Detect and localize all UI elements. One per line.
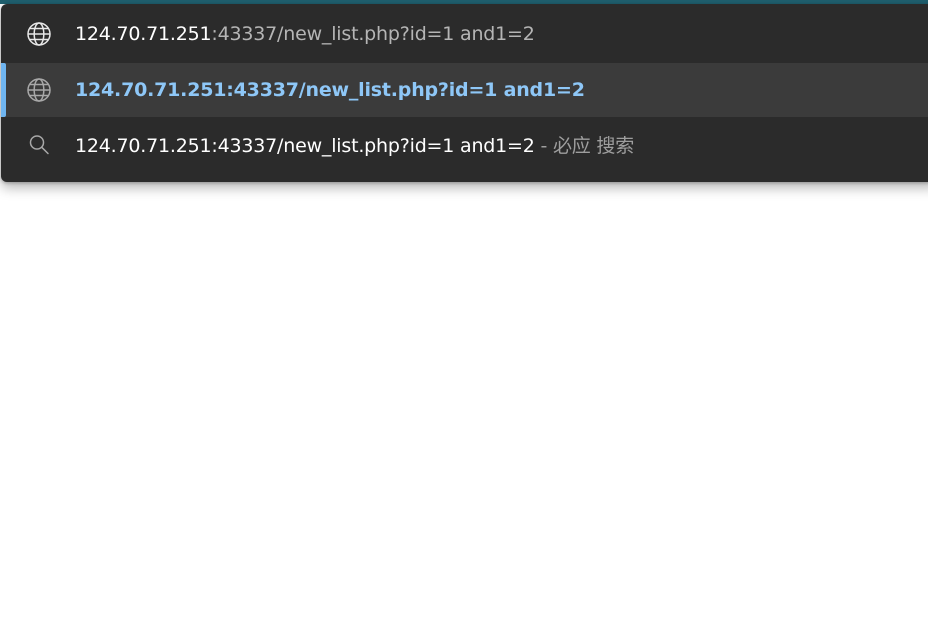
address-input-text[interactable]: 124.70.71.251:43337/new_list.php?id=1 an… — [75, 23, 535, 45]
omnibox-dropdown: 124.70.71.251:43337/new_list.php?id=1 an… — [1, 4, 928, 182]
search-icon — [25, 131, 53, 159]
search-engine-label: - 必应 搜索 — [534, 135, 635, 157]
globe-icon — [25, 20, 53, 48]
globe-icon — [25, 76, 53, 104]
suggestion-url-text: 124.70.71.251:43337/new_list.php?id=1 an… — [75, 79, 585, 101]
suggestion-search-item[interactable]: 124.70.71.251:43337/new_list.php?id=1 an… — [1, 117, 928, 172]
selection-indicator — [1, 63, 6, 117]
address-input-row[interactable]: 124.70.71.251:43337/new_list.php?id=1 an… — [1, 4, 928, 63]
address-host: 124.70.71.251 — [75, 22, 212, 45]
suggestion-url-item[interactable]: 124.70.71.251:43337/new_list.php?id=1 an… — [1, 63, 928, 117]
search-query: 124.70.71.251:43337/new_list.php?id=1 an… — [75, 135, 535, 157]
suggestion-search-text: 124.70.71.251:43337/new_list.php?id=1 an… — [75, 131, 634, 158]
address-path: :43337/new_list.php?id=1 and1=2 — [211, 22, 535, 45]
